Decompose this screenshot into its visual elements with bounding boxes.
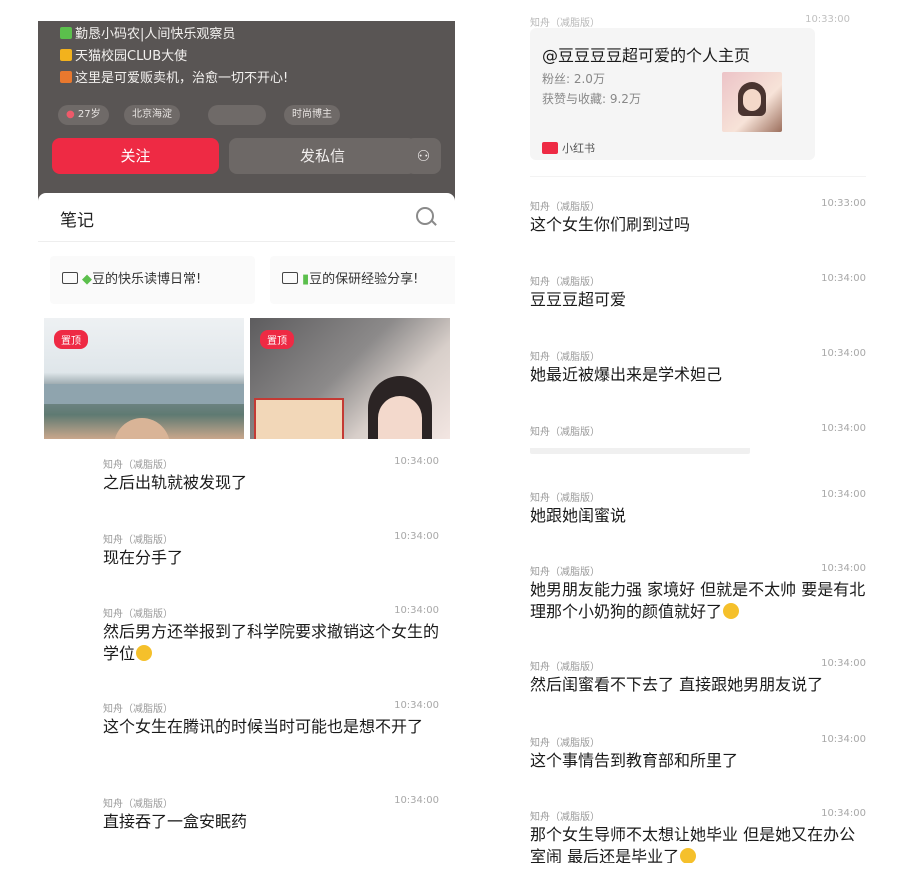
blurred-tag [208, 105, 266, 125]
age-tag: ● 27岁 [58, 105, 109, 125]
laughing-emoji-icon [723, 603, 740, 619]
laughing-emoji-icon [680, 848, 697, 863]
note-thumbnail-1[interactable]: 置顶 [44, 318, 244, 439]
message-button[interactable]: 发私信 [229, 138, 416, 174]
search-icon[interactable] [416, 207, 434, 225]
pinned-badge: 置顶 [260, 330, 294, 349]
collection-item-2[interactable]: ▮豆的保研经验分享! [270, 256, 455, 304]
layers-icon [282, 272, 298, 284]
location-tag: 北京海淀 [124, 105, 180, 125]
follow-button[interactable]: 关注 [52, 138, 219, 174]
profile-header: 勤恳小码农|人间快乐观察员 天猫校园CLUB大使 这里是可爱贩卖机，治愈一切不开… [38, 21, 455, 216]
certificate-photo [254, 398, 344, 439]
chat-panel-bottom-left: 知舟（减脂版） 10:34:00 之后出轨就被发现了 知舟（减脂版） 10:34:0… [38, 448, 455, 863]
note-thumbnail-2[interactable]: 置顶 [250, 318, 450, 439]
pinned-badge: 置顶 [54, 330, 88, 349]
notes-tab-bar: 笔记 [38, 193, 455, 242]
crown-icon [60, 49, 72, 61]
location-pin-icon: ● [66, 109, 78, 120]
laughing-emoji-icon [136, 645, 153, 661]
chat-panel-top-right: 知舟（减脂版） 10:33:00 @豆豆豆豆超可爱的个人主页 粉丝: 2.0万 … [465, 0, 882, 446]
category-tag: 时尚博主 [284, 105, 340, 125]
collection-item-1[interactable]: ◆豆的快乐读博日常! [50, 256, 255, 304]
puzzle-icon: ◆ [82, 272, 92, 287]
chat-panel-bottom-right: 知舟（减脂版） 10:34:00 她跟她闺蜜说 知舟（减脂版） 10:34:00 她… [465, 448, 882, 863]
notes-tab[interactable]: 笔记 [60, 206, 94, 231]
add-friend-icon[interactable]: ⚇ [406, 138, 441, 174]
person-photo [114, 418, 170, 439]
bio-line-2: 天猫校园CLUB大使 [60, 45, 187, 64]
shop-icon [60, 71, 72, 83]
layers-icon [62, 272, 78, 284]
profile-panel: 勤恳小码农|人间快乐观察员 天猫校园CLUB大使 这里是可爱贩卖机，治愈一切不开… [38, 21, 455, 439]
bio-line-3: 这里是可爱贩卖机，治愈一切不开心! [60, 67, 288, 86]
battery-icon [60, 27, 72, 39]
bio-line-1: 勤恳小码农|人间快乐观察员 [60, 23, 235, 42]
